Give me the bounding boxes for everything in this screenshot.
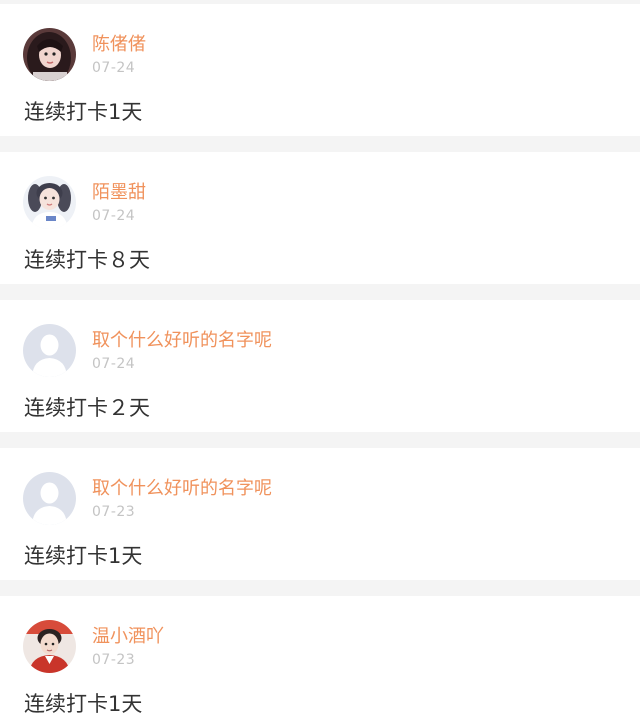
user-avatar-icon[interactable] (23, 472, 76, 525)
username[interactable]: 温小酒吖 (92, 626, 164, 648)
post-content: 连续打卡２天 (24, 396, 150, 420)
checkin-feed: 陈偖偖 07-24 连续打卡1天 陌墨甜 07-24 连续打卡８天 取个什么好听… (0, 0, 640, 723)
post-card[interactable]: 取个什么好听的名字呢 07-24 连续打卡２天 (0, 300, 640, 432)
user-avatar-icon[interactable] (23, 324, 76, 377)
post-card[interactable]: 陌墨甜 07-24 连续打卡８天 (0, 152, 640, 284)
post-content: 连续打卡1天 (24, 544, 143, 568)
photo-boy-red-jacket-icon (23, 620, 76, 673)
post-date: 07-23 (92, 504, 136, 520)
photo-girl-twin-tails-icon (23, 176, 76, 229)
user-avatar-icon[interactable] (23, 176, 76, 229)
post-card[interactable]: 陈偖偖 07-24 连续打卡1天 (0, 4, 640, 136)
post-content: 连续打卡1天 (24, 100, 143, 124)
post-card[interactable]: 温小酒吖 07-23 连续打卡1天 (0, 596, 640, 723)
username[interactable]: 取个什么好听的名字呢 (92, 478, 272, 500)
post-date: 07-24 (92, 60, 136, 76)
user-avatar-icon[interactable] (23, 620, 76, 673)
username[interactable]: 取个什么好听的名字呢 (92, 330, 272, 352)
photo-girl-dark-hair-icon (23, 28, 76, 81)
username[interactable]: 陈偖偖 (92, 34, 146, 56)
username[interactable]: 陌墨甜 (92, 182, 146, 204)
post-content: 连续打卡1天 (24, 692, 143, 716)
default-user-icon (23, 324, 76, 377)
post-date: 07-24 (92, 208, 136, 224)
post-content: 连续打卡８天 (24, 248, 150, 272)
default-user-icon (23, 472, 76, 525)
post-date: 07-23 (92, 652, 136, 668)
user-avatar-icon[interactable] (23, 28, 76, 81)
post-date: 07-24 (92, 356, 136, 372)
post-card[interactable]: 取个什么好听的名字呢 07-23 连续打卡1天 (0, 448, 640, 580)
